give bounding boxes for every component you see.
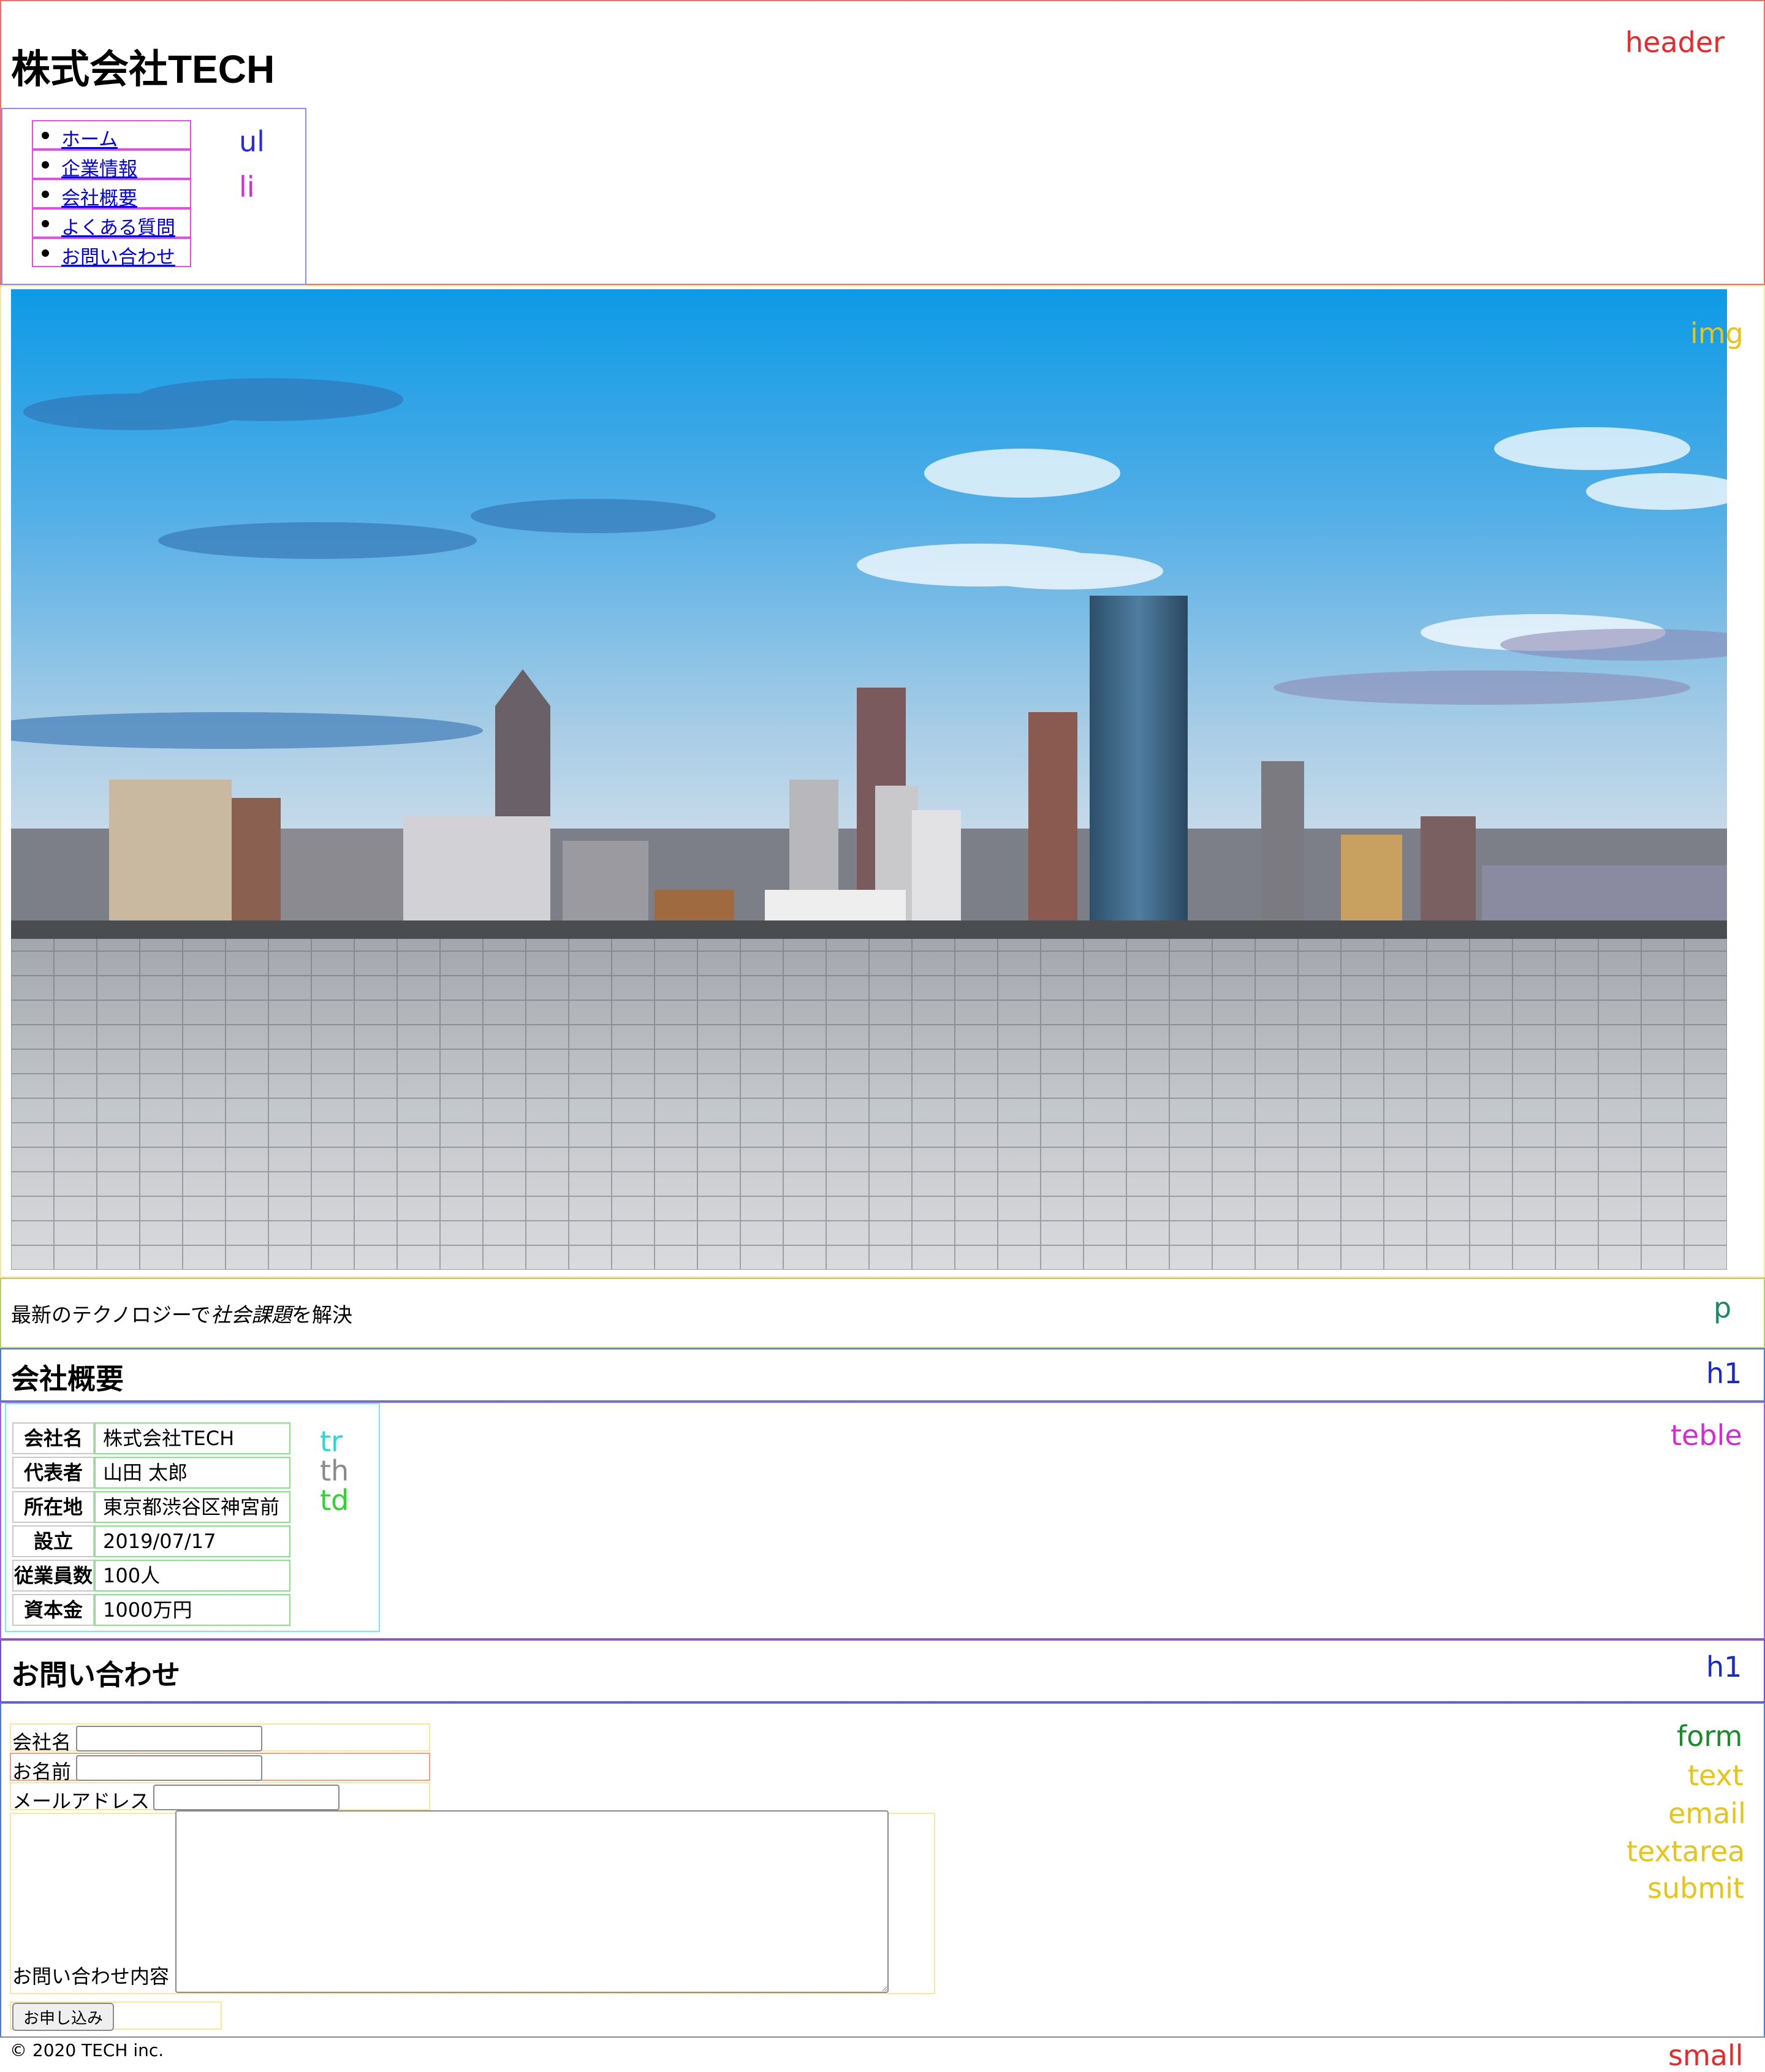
table-header-cell: 所在地 [12,1491,94,1523]
table-header-cell: 会社名 [12,1422,94,1454]
annotation-small: small [1668,2039,1744,2072]
copyright-text: © 2020 TECH inc. [10,2040,164,2060]
annotation-table: teble [1671,1419,1742,1452]
annotation-form: form [1677,1720,1743,1753]
table-data-cell: 100人 [94,1560,290,1592]
email-label: メールアドレス [12,1789,150,1813]
annotation-text: text [1688,1759,1744,1792]
bullet-icon [42,132,49,139]
tagline-rest: を解決 [292,1303,353,1327]
message-label: お問い合わせ内容 [12,1965,170,1988]
message-textarea[interactable] [175,1810,889,1993]
annotation-email: email [1668,1797,1746,1830]
bullet-icon [42,161,49,169]
table-data-cell: 1000万円 [94,1594,290,1626]
contact-heading-section: お問い合わせ h1 [0,1639,1765,1702]
nav-item-company-overview[interactable]: 会社概要 [32,179,191,210]
message-row: お問い合わせ内容 [10,1810,935,1994]
nav-link-corporate-info[interactable]: 企業情報 [61,153,137,181]
annotation-ul: ul [239,125,265,158]
nav-link-faq[interactable]: よくある質問 [61,212,175,240]
annotation-textarea: textarea [1626,1835,1745,1868]
person-name-row: お名前 [10,1753,430,1783]
company-name-row: 会社名 [10,1723,430,1754]
company-overview-heading: 会社概要 [11,1362,124,1395]
person-name-input[interactable] [76,1755,262,1781]
table-data-cell: 株式会社TECH [94,1422,290,1454]
hero-image-section: img [0,285,1765,1278]
annotation-td: td [320,1484,349,1517]
tagline-emphasis: 社会課題 [211,1303,292,1327]
annotation-li: li [239,170,255,203]
contact-heading: お問い合わせ [11,1658,180,1691]
tagline-text: 最新のテクノロジーで [11,1303,211,1327]
email-row: メールアドレス [10,1782,430,1813]
annotation-tr: tr [320,1425,343,1458]
annotation-th: th [320,1454,349,1487]
nav-item-corporate-info[interactable]: 企業情報 [32,150,191,181]
table-header-cell: 設立 [12,1525,94,1557]
submit-row: お申し込み [10,2002,222,2031]
submit-button[interactable]: お申し込み [12,2003,114,2031]
table-data-cell: 東京都渋谷区神宮前 [94,1491,290,1523]
nav-item-home[interactable]: ホーム [32,120,191,151]
nav-link-contact[interactable]: お問い合わせ [61,241,175,269]
annotation-h1-contact: h1 [1706,1650,1742,1683]
company-heading-section: 会社概要 h1 [0,1348,1765,1402]
hero-city-skyline-image [11,289,1727,1270]
person-name-label: お名前 [12,1760,72,1783]
company-info-table: 会社名 株式会社TECH 代表者 山田 太郎 所在地 東京都渋谷区神宮前 設立 … [5,1403,380,1632]
site-footer: © 2020 TECH inc. small [0,2036,1765,2072]
nav-item-faq[interactable]: よくある質問 [32,208,191,240]
table-header-cell: 代表者 [12,1457,94,1489]
table-data-cell: 山田 太郎 [94,1457,290,1489]
company-name-input[interactable] [76,1726,262,1751]
annotation-submit: submit [1647,1872,1744,1905]
tagline: 最新のテクノロジーで社会課題を解決 [11,1299,352,1328]
nav-link-company-overview[interactable]: 会社概要 [61,183,137,210]
annotation-h1-company: h1 [1706,1357,1742,1390]
table-header-cell: 資本金 [12,1594,94,1626]
bullet-icon [42,191,49,198]
bullet-icon [42,220,49,227]
nav-link-home[interactable]: ホーム [61,124,118,151]
nav-item-contact[interactable]: お問い合わせ [32,238,191,269]
site-title: 株式会社TECH [11,47,275,91]
company-name-label: 会社名 [12,1731,72,1754]
contact-form: 会社名 お名前 メールアドレス お問い合わせ内容 お申し込み form text… [0,1702,1765,2036]
main-nav: ホーム 企業情報 会社概要 よくある質問 お問い合わせ ul li [1,108,306,286]
email-input[interactable] [153,1785,340,1810]
site-header: 株式会社TECH header ホーム 企業情報 会社概要 よくある質問 お問い… [0,0,1765,286]
annotation-p: p [1714,1291,1732,1324]
tagline-section: 最新のテクノロジーで社会課題を解決 p [0,1278,1765,1348]
bullet-icon [42,249,49,257]
table-header-cell: 従業員数 [12,1560,94,1592]
company-table-section: 会社名 株式会社TECH 代表者 山田 太郎 所在地 東京都渋谷区神宮前 設立 … [0,1402,1765,1639]
table-data-cell: 2019/07/17 [94,1525,290,1557]
annotation-img: img [1690,317,1744,350]
annotation-header: header [1625,26,1725,59]
